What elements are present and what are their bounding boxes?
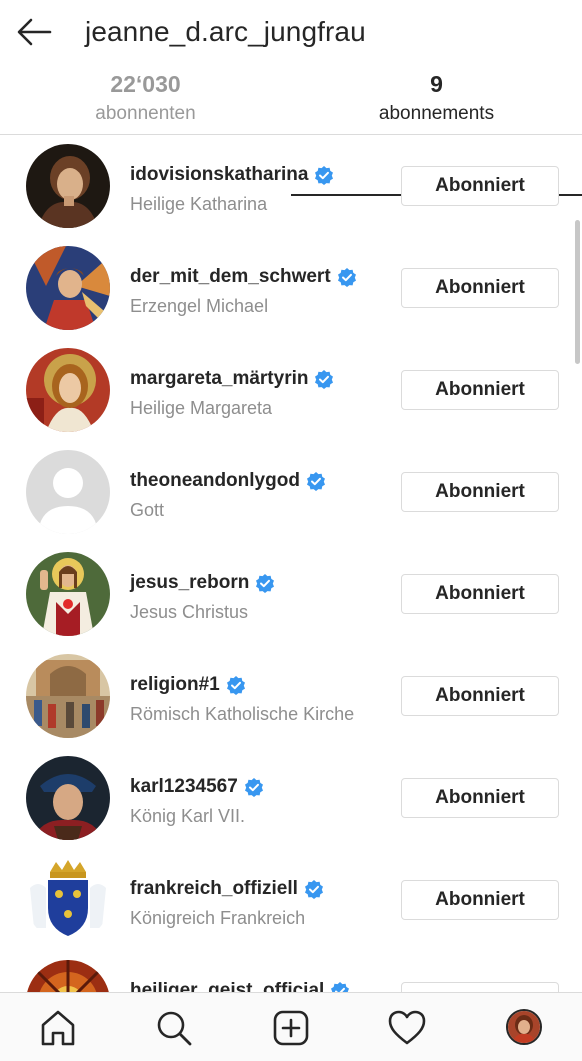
list-item[interactable]: idovisionskatharina Heilige Katharina Ab… (0, 136, 582, 238)
following-button[interactable]: Abonniert (401, 676, 559, 716)
avatar[interactable] (26, 654, 110, 738)
list-item[interactable]: margareta_märtyrin Heilige Margareta Abo… (0, 340, 582, 442)
nav-activity-button[interactable] (387, 1008, 427, 1048)
following-button[interactable]: Abonniert (401, 370, 559, 410)
verified-badge-icon (244, 778, 263, 797)
following-button[interactable]: Abonniert (401, 574, 559, 614)
followers-label: abonnenten (95, 103, 196, 124)
username[interactable]: karl1234567 (130, 776, 238, 797)
avatar[interactable] (26, 348, 110, 432)
verified-badge-icon (315, 166, 334, 185)
verified-badge-icon (306, 472, 325, 491)
avatar[interactable] (26, 858, 110, 942)
username[interactable]: heiliger_geist_official (130, 980, 324, 992)
list-item[interactable]: karl1234567 König Karl VII. Abonniert (0, 748, 582, 850)
full-name: Heilige Katharina (130, 194, 268, 214)
verified-badge-icon (315, 370, 334, 389)
full-name: Königreich Frankreich (130, 908, 306, 928)
following-label: abonnements (378, 103, 495, 124)
following-button[interactable]: Abonniert (401, 166, 559, 206)
nav-search-button[interactable] (154, 1008, 194, 1048)
following-count: 9 (430, 71, 443, 97)
profile-username-title: jeanne_d.arc_jungfrau (85, 16, 366, 47)
username[interactable]: frankreich_offiziell (130, 878, 298, 899)
arrow-left-icon (17, 18, 52, 46)
full-name: Heilige Margareta (130, 398, 273, 418)
following-button[interactable]: Abonniert (401, 268, 559, 308)
verified-badge-icon (331, 982, 350, 992)
profile-avatar-icon (508, 1011, 540, 1043)
username[interactable]: margareta_märtyrin (130, 368, 308, 389)
verified-badge-icon (256, 574, 275, 593)
verified-badge-icon (304, 880, 323, 899)
list-item[interactable]: theoneandonlygod Gott Abonniert (0, 442, 582, 544)
username[interactable]: idovisionskatharina (130, 164, 308, 185)
verified-badge-icon (226, 676, 245, 695)
list-item[interactable]: frankreich_offiziell Königreich Frankrei… (0, 850, 582, 952)
tab-following[interactable]: 9 abonnements (291, 64, 582, 135)
full-name: König Karl VII. (130, 806, 246, 826)
following-button[interactable]: Abonniert (401, 778, 559, 818)
full-name: Gott (130, 500, 165, 520)
avatar[interactable] (26, 144, 110, 228)
list-item[interactable]: der_mit_dem_schwert Erzengel Michael Abo… (0, 238, 582, 340)
full-name: Römisch Katholische Kirche (130, 704, 355, 724)
list-item[interactable]: jesus_reborn Jesus Christus Abonniert (0, 544, 582, 646)
verified-badge-icon (337, 268, 356, 287)
follow-tabs: 22‘030 abonnenten 9 abonnements (0, 64, 582, 196)
username[interactable]: jesus_reborn (130, 572, 249, 593)
following-list: idovisionskatharina Heilige Katharina Ab… (0, 136, 582, 992)
avatar[interactable] (26, 756, 110, 840)
avatar[interactable] (26, 450, 110, 534)
tab-followers[interactable]: 22‘030 abonnenten (0, 64, 291, 135)
full-name: Erzengel Michael (130, 296, 269, 316)
home-icon (41, 1010, 75, 1046)
full-name: Jesus Christus (130, 602, 249, 622)
nav-home-button[interactable] (38, 1008, 78, 1048)
avatar[interactable] (26, 246, 110, 330)
avatar[interactable] (26, 960, 110, 992)
following-button[interactable] (401, 982, 559, 992)
nav-profile-avatar[interactable] (506, 1009, 542, 1045)
username[interactable]: religion#1 (130, 674, 220, 695)
username[interactable]: der_mit_dem_schwert (130, 266, 331, 287)
bottom-nav (0, 992, 582, 1061)
list-item[interactable]: heiliger_geist_official (0, 952, 582, 992)
list-item[interactable]: religion#1 Römisch Katholische Kirche Ab… (0, 646, 582, 748)
scrollbar[interactable] (575, 220, 580, 364)
following-button[interactable]: Abonniert (401, 472, 559, 512)
followers-count: 22‘030 (110, 71, 181, 97)
search-icon (157, 1011, 192, 1046)
add-post-icon (273, 1010, 309, 1046)
username[interactable]: theoneandonlygod (130, 470, 300, 491)
following-button[interactable]: Abonniert (401, 880, 559, 920)
back-button[interactable] (14, 14, 54, 50)
avatar[interactable] (26, 552, 110, 636)
top-bar: jeanne_d.arc_jungfrau (0, 0, 582, 64)
nav-new-post-button[interactable] (271, 1008, 311, 1048)
heart-icon (388, 1010, 426, 1045)
